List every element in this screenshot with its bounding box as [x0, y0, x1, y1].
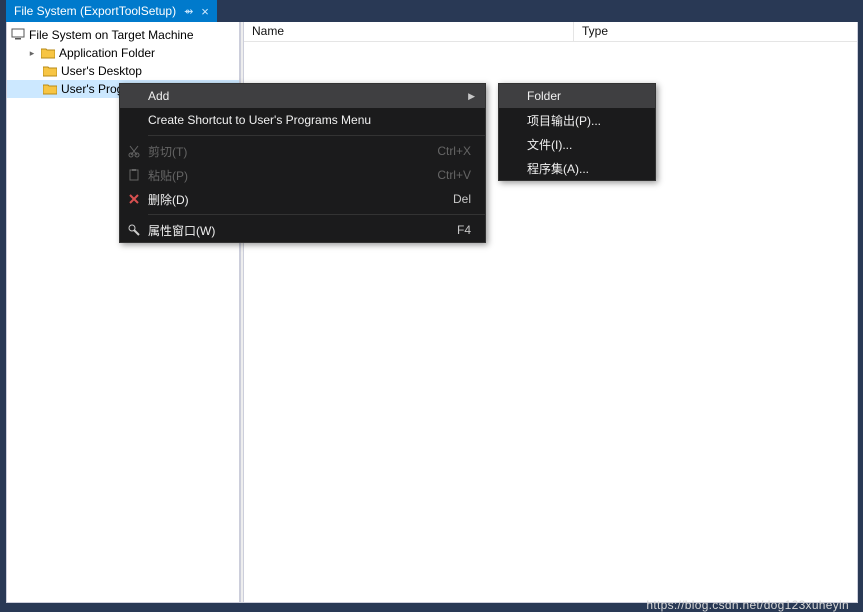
list-header: Name Type [244, 22, 857, 42]
menu-item-properties[interactable]: 属性窗口(W) F4 [120, 218, 485, 242]
folder-icon [43, 83, 57, 95]
add-submenu: Folder 项目输出(P)... 文件(I)... 程序集(A)... [498, 83, 656, 181]
folder-icon [43, 65, 57, 77]
tab-strip: File System (ExportToolSetup) ⇴ × [6, 0, 858, 22]
menu-item-label: 程序集(A)... [527, 160, 645, 177]
column-header-type[interactable]: Type [574, 22, 857, 41]
pin-icon[interactable]: ⇴ [184, 5, 193, 18]
menu-item-label: Folder [527, 89, 645, 103]
submenu-item-folder[interactable]: Folder [499, 84, 655, 108]
column-header-name[interactable]: Name [244, 22, 574, 41]
folder-icon [41, 47, 55, 59]
menu-item-shortcut: Ctrl+X [437, 144, 475, 158]
file-system-window: File System (ExportToolSetup) ⇴ × File S… [6, 0, 858, 603]
menu-separator [148, 214, 485, 215]
tab-file-system[interactable]: File System (ExportToolSetup) ⇴ × [6, 0, 217, 22]
tree-node-users-desktop[interactable]: User's Desktop [7, 62, 239, 80]
menu-item-label: 粘贴(P) [148, 167, 437, 184]
paste-icon [120, 168, 148, 182]
menu-separator [148, 135, 485, 136]
tree-root-label: File System on Target Machine [29, 28, 194, 42]
tree-node-label: User's Desktop [61, 64, 142, 78]
submenu-item-assembly[interactable]: 程序集(A)... [499, 156, 655, 180]
menu-item-shortcut: Ctrl+V [437, 168, 475, 182]
properties-icon [120, 223, 148, 237]
tree-root[interactable]: File System on Target Machine [7, 26, 239, 44]
tab-title: File System (ExportToolSetup) [14, 4, 176, 18]
menu-item-label: Add [148, 89, 465, 103]
menu-item-delete[interactable]: 删除(D) Del [120, 187, 485, 211]
close-icon[interactable]: × [201, 4, 209, 19]
delete-icon [120, 192, 148, 206]
machine-icon [11, 28, 25, 43]
menu-item-label: 属性窗口(W) [148, 222, 457, 239]
menu-item-label: Create Shortcut to User's Programs Menu [148, 113, 465, 127]
menu-item-cut: 剪切(T) Ctrl+X [120, 139, 485, 163]
tree-node-application-folder[interactable]: Application Folder [7, 44, 239, 62]
menu-item-add[interactable]: Add ▶ [120, 84, 485, 108]
submenu-item-project-output[interactable]: 项目输出(P)... [499, 108, 655, 132]
tree-node-label: Application Folder [59, 46, 155, 60]
menu-item-label: 剪切(T) [148, 143, 437, 160]
expand-icon[interactable] [27, 48, 37, 59]
menu-item-shortcut: F4 [457, 223, 475, 237]
menu-item-paste: 粘贴(P) Ctrl+V [120, 163, 485, 187]
menu-item-shortcut: Del [453, 192, 475, 206]
context-menu: Add ▶ Create Shortcut to User's Programs… [119, 83, 486, 243]
menu-item-create-shortcut[interactable]: Create Shortcut to User's Programs Menu [120, 108, 485, 132]
submenu-arrow-icon: ▶ [465, 91, 475, 102]
menu-item-label: 删除(D) [148, 191, 453, 208]
cut-icon [120, 144, 148, 158]
menu-item-label: 文件(I)... [527, 136, 645, 153]
menu-item-label: 项目输出(P)... [527, 112, 645, 129]
submenu-item-file[interactable]: 文件(I)... [499, 132, 655, 156]
